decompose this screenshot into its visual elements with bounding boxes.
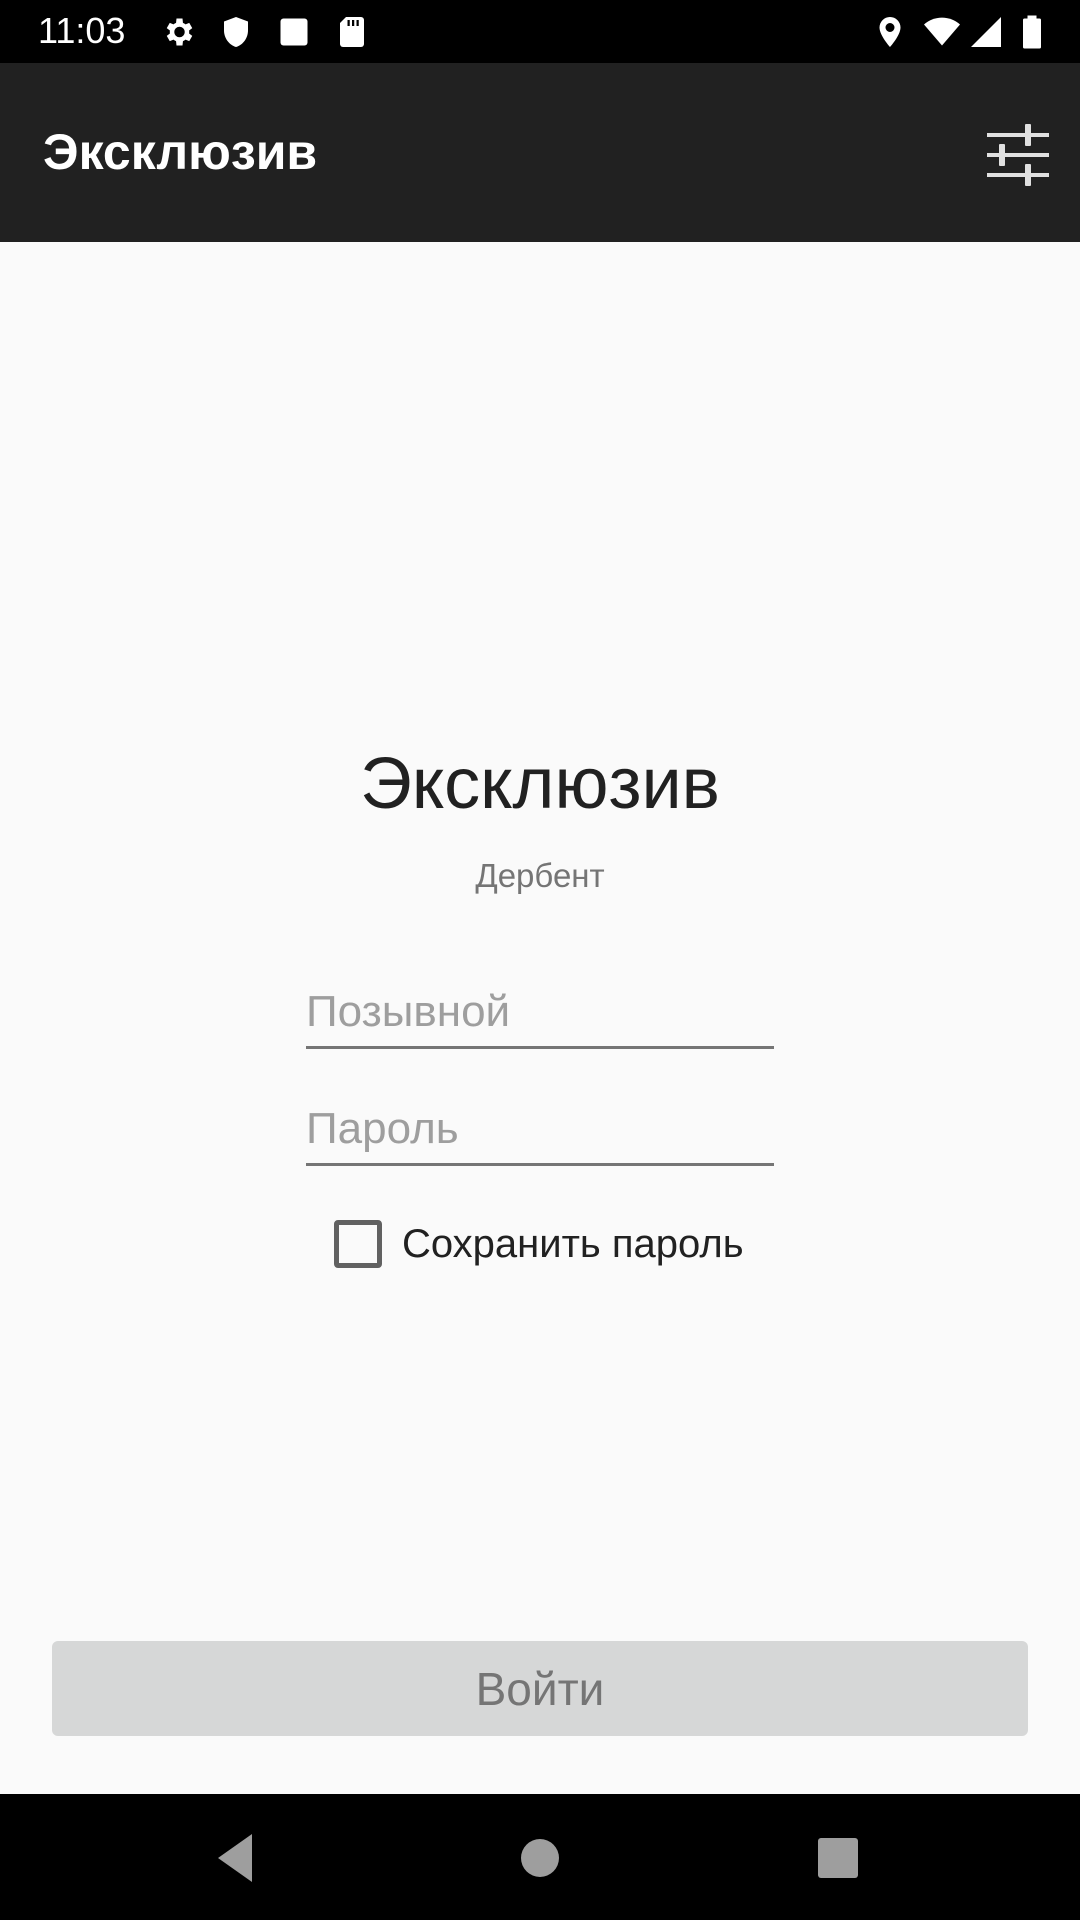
brand-subtitle: Дербент [475,857,605,894]
password-input[interactable] [306,1094,774,1163]
settings-button[interactable] [978,115,1058,195]
gear-icon [166,18,193,46]
login-screen: Эксклюзив Дербент Сохранить пароль Войти [0,242,1080,1794]
status-bar: 11:03 [0,0,1080,63]
navigation-bar [0,1794,1080,1920]
shield-icon [224,17,248,47]
wifi-icon [924,17,960,46]
remember-password-option[interactable]: Сохранить пароль [334,1218,744,1270]
remember-password-checkbox[interactable] [334,1220,382,1268]
location-icon [879,17,901,47]
password-field [306,1094,774,1166]
login-button[interactable]: Войти [52,1641,1028,1736]
sliders-settings-icon [987,124,1049,186]
remember-password-label: Сохранить пароль [402,1221,744,1266]
sd-card-icon [340,17,364,47]
battery-icon [1023,15,1041,49]
home-icon[interactable] [510,1828,570,1888]
recents-icon[interactable] [808,1828,868,1888]
square-notification-icon [280,18,308,46]
app-title: Эксклюзив [43,124,318,180]
signal-icon [971,17,1001,47]
callsign-field [306,977,774,1049]
back-icon[interactable] [208,1828,268,1888]
brand-title: Эксклюзив [360,744,720,824]
callsign-input[interactable] [306,977,774,1046]
app-bar: Эксклюзив [0,63,1080,242]
status-time: 11:03 [38,10,126,51]
